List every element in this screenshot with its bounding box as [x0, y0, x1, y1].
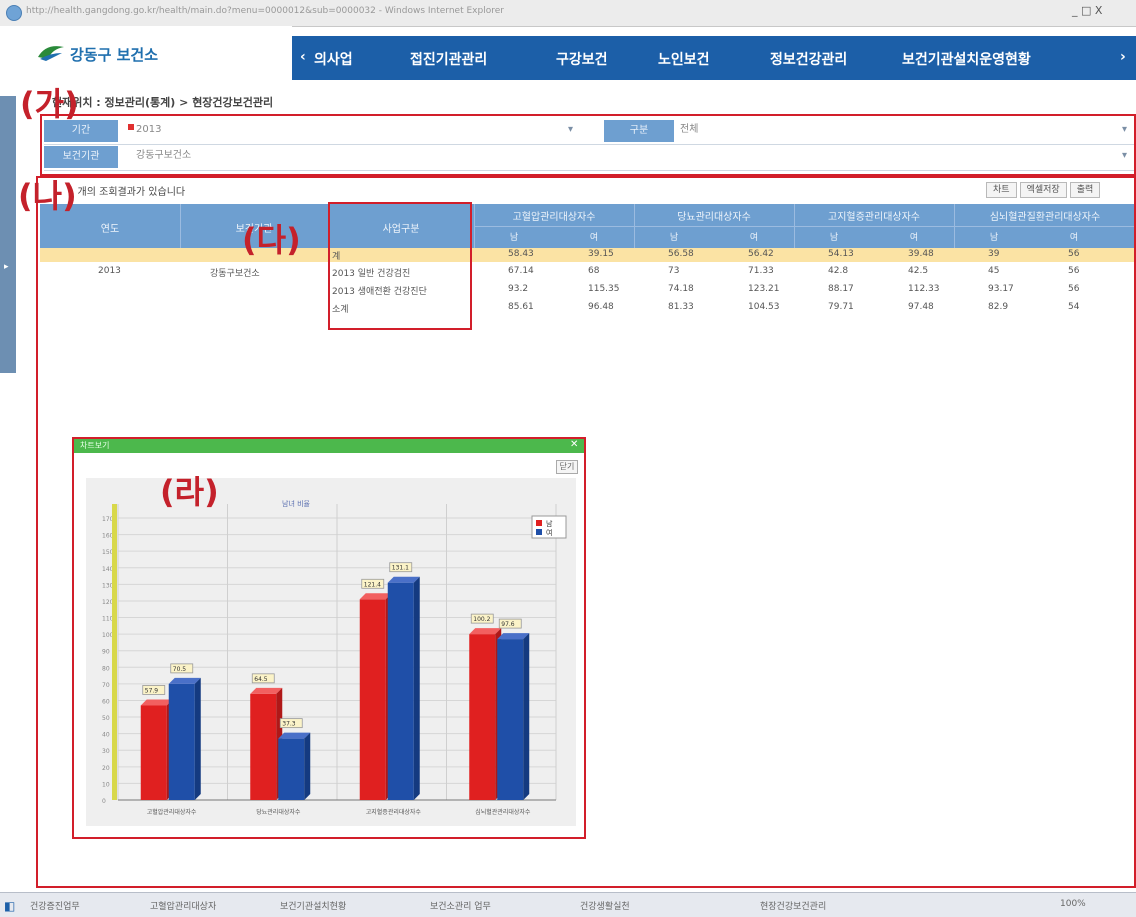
- data-label: 57.9: [145, 687, 159, 694]
- panel-label-na: (나): [18, 177, 77, 215]
- left-collapse-bar[interactable]: [0, 96, 16, 373]
- chart-bar: [469, 634, 496, 800]
- nav-item-health-program[interactable]: 의사업: [314, 49, 353, 69]
- nav-item-info-health-mgmt[interactable]: 정보건강관리: [770, 49, 847, 69]
- close-icon[interactable]: ✕: [570, 439, 578, 450]
- y-tick-label: 140: [102, 566, 114, 573]
- panel-label-da: (다): [242, 221, 301, 259]
- chart-bar-side: [523, 633, 530, 800]
- chart-bar: [497, 639, 524, 800]
- data-label: 100.2: [473, 616, 490, 623]
- chart-bar: [359, 599, 386, 800]
- taskbar-item[interactable]: 현장건강보건관리: [760, 899, 826, 912]
- y-tick-label: 150: [102, 549, 114, 556]
- y-tick-label: 30: [102, 748, 110, 755]
- nav-item-institution-mgmt[interactable]: 접진기관관리: [410, 49, 487, 69]
- legend-label: 남: [546, 519, 553, 528]
- y-tick-label: 20: [102, 765, 110, 772]
- x-tick-label: 심뇌혈관관리대상자수: [475, 808, 531, 816]
- chart-close-button[interactable]: 닫기: [556, 460, 578, 474]
- y-tick-label: 130: [102, 582, 114, 589]
- annotation-box-ga: [40, 114, 1136, 176]
- y-tick-label: 0: [102, 798, 106, 805]
- data-label: 64.5: [254, 676, 268, 683]
- legend-swatch: [536, 529, 542, 535]
- zoom-level[interactable]: 100%: [1060, 899, 1086, 909]
- taskbar-item[interactable]: 건강증진업무: [30, 899, 80, 912]
- logo-text[interactable]: 강동구 보건소: [70, 44, 158, 65]
- y-tick-label: 50: [102, 715, 110, 722]
- breadcrumb: 현재위치 : 정보관리(통계) > 현장건강보건관리: [52, 96, 274, 109]
- nav-item-elderly-health[interactable]: 노인보건: [658, 49, 710, 69]
- annotation-box-da: [328, 202, 472, 330]
- panel-label-ga: (가): [20, 85, 79, 123]
- y-tick-label: 40: [102, 732, 110, 739]
- chart-bar-side: [304, 732, 311, 800]
- data-label: 131.1: [392, 565, 409, 572]
- chart-bar-side: [194, 677, 201, 800]
- y-tick-label: 170: [102, 516, 114, 523]
- taskbar-item[interactable]: 고혈압관리대상자: [150, 899, 216, 912]
- y-tick-label: 90: [102, 649, 110, 656]
- chart-bar: [168, 683, 195, 800]
- bar-chart: 0 10 20 30 40 50 60 70 80 90 100 110 120 130 140 150 160…: [102, 499, 567, 816]
- y-tick-label: 70: [102, 682, 110, 689]
- y-tick-label: 120: [102, 599, 114, 606]
- chart-dialog-titlebar: 차트보기: [74, 439, 584, 453]
- data-label: 97.6: [501, 621, 515, 628]
- taskbar-item[interactable]: 보건기관설치현황: [280, 899, 346, 912]
- y-axis: [112, 504, 117, 800]
- taskbar: ◧ 건강증진업무 고혈압관리대상자 보건기관설치현황 보건소관리 업무 건강생활…: [0, 892, 1136, 917]
- chart-bar: [250, 693, 277, 800]
- chart-bar-side: [413, 576, 420, 800]
- legend-label: 여: [546, 528, 552, 537]
- browser-titlebar: http://health.gangdong.go.kr/health/main…: [0, 0, 1136, 27]
- y-tick-label: 110: [102, 616, 114, 623]
- data-label: 70.5: [173, 666, 187, 673]
- logo-icon[interactable]: [36, 41, 66, 63]
- y-tick-label: 100: [102, 632, 114, 639]
- start-icon[interactable]: ◧: [4, 899, 15, 913]
- y-tick-label: 80: [102, 665, 110, 672]
- x-tick-label: 고지혈증관리대상자수: [366, 808, 422, 816]
- data-label: 121.4: [364, 581, 381, 588]
- window-title: http://health.gangdong.go.kr/health/main…: [26, 6, 504, 16]
- chart-bar: [278, 738, 305, 800]
- taskbar-item[interactable]: 건강생활실천: [580, 899, 630, 912]
- nav-next-arrow[interactable]: ›: [1120, 49, 1126, 65]
- browser-icon: [6, 5, 22, 21]
- chart-bar: [387, 582, 414, 800]
- nav-item-facility-status[interactable]: 보건기관설치운영현황: [902, 49, 1031, 69]
- chart-area: 0 10 20 30 40 50 60 70 80 90 100 110 120 130 140 150 160…: [86, 478, 576, 826]
- chart-dialog-title: 차트보기: [80, 441, 110, 450]
- nav-prev-arrow[interactable]: ‹: [300, 49, 306, 65]
- x-tick-label: 당뇨관리대상자수: [256, 808, 301, 816]
- panel-label-ra: (라): [160, 473, 219, 511]
- taskbar-item[interactable]: 보건소관리 업무: [430, 899, 491, 912]
- nav-item-oral-health[interactable]: 구강보건: [556, 49, 608, 69]
- x-tick-label: 고혈압관리대상자수: [147, 808, 197, 816]
- chart-title: 남녀 비율: [282, 499, 311, 508]
- y-tick-label: 10: [102, 781, 110, 788]
- y-tick-label: 60: [102, 698, 110, 705]
- collapse-arrow-icon[interactable]: ▸: [4, 262, 9, 272]
- legend-swatch: [536, 520, 542, 526]
- main-nav: ‹ 의사업 접진기관관리 구강보건 노인보건 정보건강관리 보건기관설치운영현황…: [292, 36, 1136, 80]
- y-tick-label: 160: [102, 533, 114, 540]
- window-controls[interactable]: _ □ X: [1072, 4, 1102, 20]
- data-label: 37.3: [282, 721, 296, 728]
- chart-bar: [140, 705, 167, 800]
